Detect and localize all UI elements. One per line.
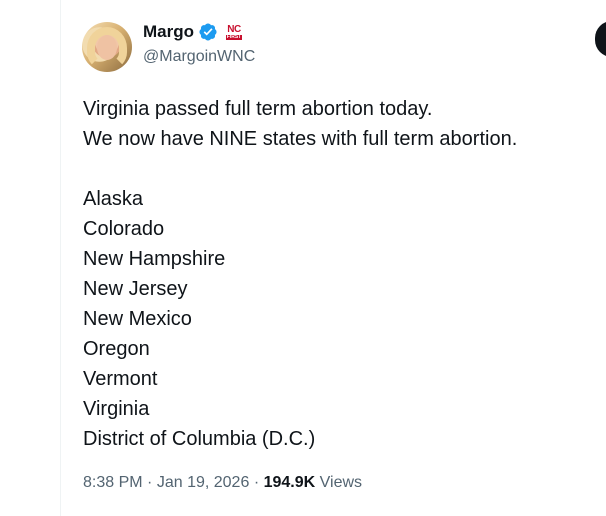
tweet-meta: 8:38 PM · Jan 19, 2026 · 194.9K Views — [83, 474, 362, 492]
tweet-date[interactable]: Jan 19, 2026 — [157, 474, 250, 491]
tweet-view: Margo NC FIRST @MargoinWNC Virginia pass… — [0, 0, 606, 516]
avatar-face — [97, 35, 117, 60]
verified-badge-icon[interactable] — [198, 22, 218, 42]
column-divider — [60, 0, 61, 516]
tweet-line: Virginia passed full term abortion today… — [83, 98, 433, 120]
state-list-item: District of Columbia (D.C.) — [83, 428, 316, 450]
state-list-item: New Hampshire — [83, 248, 226, 270]
badge-text-top: NC — [227, 23, 241, 35]
views-label: Views — [319, 474, 363, 491]
state-list-item: Vermont — [83, 368, 158, 390]
tweet-line: We now have NINE states with full term a… — [83, 128, 518, 150]
badge-text-bottom: FIRST — [225, 33, 243, 40]
author-name-row: Margo NC FIRST — [143, 21, 244, 43]
meta-separator: · — [253, 474, 260, 491]
more-options-icon[interactable] — [595, 21, 606, 57]
state-list-item: Alaska — [83, 188, 144, 210]
state-list-item: Oregon — [83, 338, 150, 360]
state-list-item: New Mexico — [83, 308, 192, 330]
meta-separator: · — [147, 474, 153, 491]
tweet-text: Virginia passed full term abortion today… — [83, 94, 593, 454]
views-count[interactable]: 194.9K — [264, 474, 316, 491]
state-list-item: Colorado — [83, 218, 165, 240]
tweet-time[interactable]: 8:38 PM — [83, 474, 143, 491]
avatar[interactable] — [82, 22, 132, 72]
author-handle[interactable]: @MargoinWNC — [143, 48, 255, 66]
state-list-item: Virginia — [83, 398, 150, 420]
state-list-item: New Jersey — [83, 278, 188, 300]
nc-first-badge-icon[interactable]: NC FIRST — [224, 23, 244, 41]
display-name[interactable]: Margo — [143, 22, 194, 42]
